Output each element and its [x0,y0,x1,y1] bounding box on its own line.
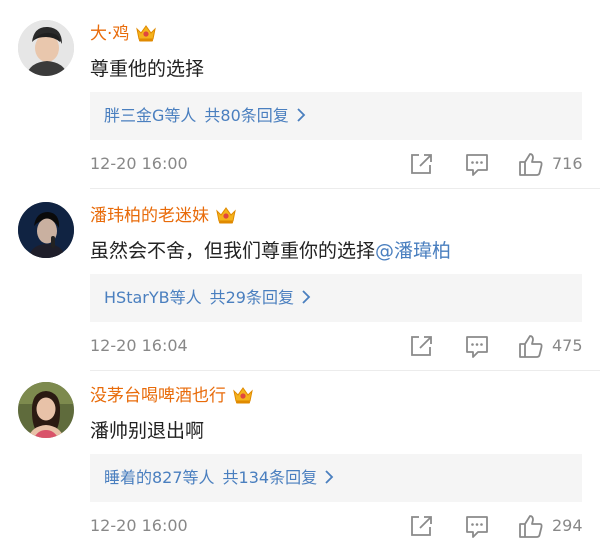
comment-body: 虽然会不舍，但我们尊重你的选择 [90,240,376,262]
replies-preview[interactable]: HStarYB等人 共29条回复 [90,274,582,322]
comment-icon[interactable] [464,150,490,178]
username-text[interactable]: 大·鸡 [90,24,129,44]
share-icon[interactable] [408,332,434,360]
crown-badge-icon [232,385,254,405]
avatar[interactable] [18,20,74,76]
comment-icon[interactable] [464,512,490,540]
chevron-right-icon [323,470,335,484]
avatar[interactable] [18,382,74,438]
username-text[interactable]: 没茅台喝啤酒也行 [90,386,226,406]
replies-preview[interactable]: 胖三金G等人 共80条回复 [90,92,582,140]
timestamp: 12-20 16:00 [90,154,188,173]
comment-footer: 12-20 16:00 716 [90,150,590,178]
reply-count: 共29条回复 [209,288,294,307]
comment-body: 尊重他的选择 [90,58,205,80]
username-text[interactable]: 潘玮柏的老迷妹 [90,206,209,226]
thumbs-up-icon [519,153,543,176]
comment-item: 没茅台喝啤酒也行 潘帅别退出啊 睡着的827等人 共134条回复 12-20 16… [0,362,600,548]
like-button[interactable]: 294 [518,512,592,540]
thumbs-up-icon [519,515,543,538]
comment-footer: 12-20 16:04 475 [90,332,590,360]
username[interactable]: 没茅台喝啤酒也行 [90,384,254,408]
username[interactable]: 潘玮柏的老迷妹 [90,204,237,228]
avatar[interactable] [18,202,74,258]
chevron-right-icon [295,108,307,122]
like-count: 716 [552,154,583,173]
timestamp: 12-20 16:00 [90,516,188,535]
share-icon[interactable] [408,512,434,540]
comment-text: 尊重他的选择 [90,56,204,82]
like-button[interactable]: 716 [518,150,592,178]
comment-body: 潘帅别退出啊 [90,420,205,442]
like-count: 475 [552,336,583,355]
comment-item: 潘玮柏的老迷妹 虽然会不舍，但我们尊重你的选择@潘瑋柏 HStarYB等人 共29… [0,182,600,368]
comment-item: 大·鸡 尊重他的选择 胖三金G等人 共80条回复 12-20 16:00 716 [0,0,600,186]
comment-text: 潘帅别退出啊 [90,418,204,444]
crown-badge-icon [215,205,237,225]
comment-icon[interactable] [464,332,490,360]
crown-badge-icon [135,23,157,43]
thumbs-up-icon [519,335,543,358]
like-button[interactable]: 475 [518,332,592,360]
reply-count: 共134条回复 [222,468,318,487]
chevron-right-icon [300,290,312,304]
reply-users: 胖三金G等人 [104,106,197,125]
share-icon[interactable] [408,150,434,178]
reply-count: 共80条回复 [204,106,289,125]
reply-users: 睡着的827等人 [104,468,215,487]
mention-link[interactable]: @潘瑋柏 [375,240,451,262]
comment-text: 虽然会不舍，但我们尊重你的选择@潘瑋柏 [90,238,451,264]
comment-footer: 12-20 16:00 294 [90,512,590,540]
timestamp: 12-20 16:04 [90,336,188,355]
reply-users: HStarYB等人 [104,288,202,307]
username[interactable]: 大·鸡 [90,22,157,46]
like-count: 294 [552,516,583,535]
replies-preview[interactable]: 睡着的827等人 共134条回复 [90,454,582,502]
